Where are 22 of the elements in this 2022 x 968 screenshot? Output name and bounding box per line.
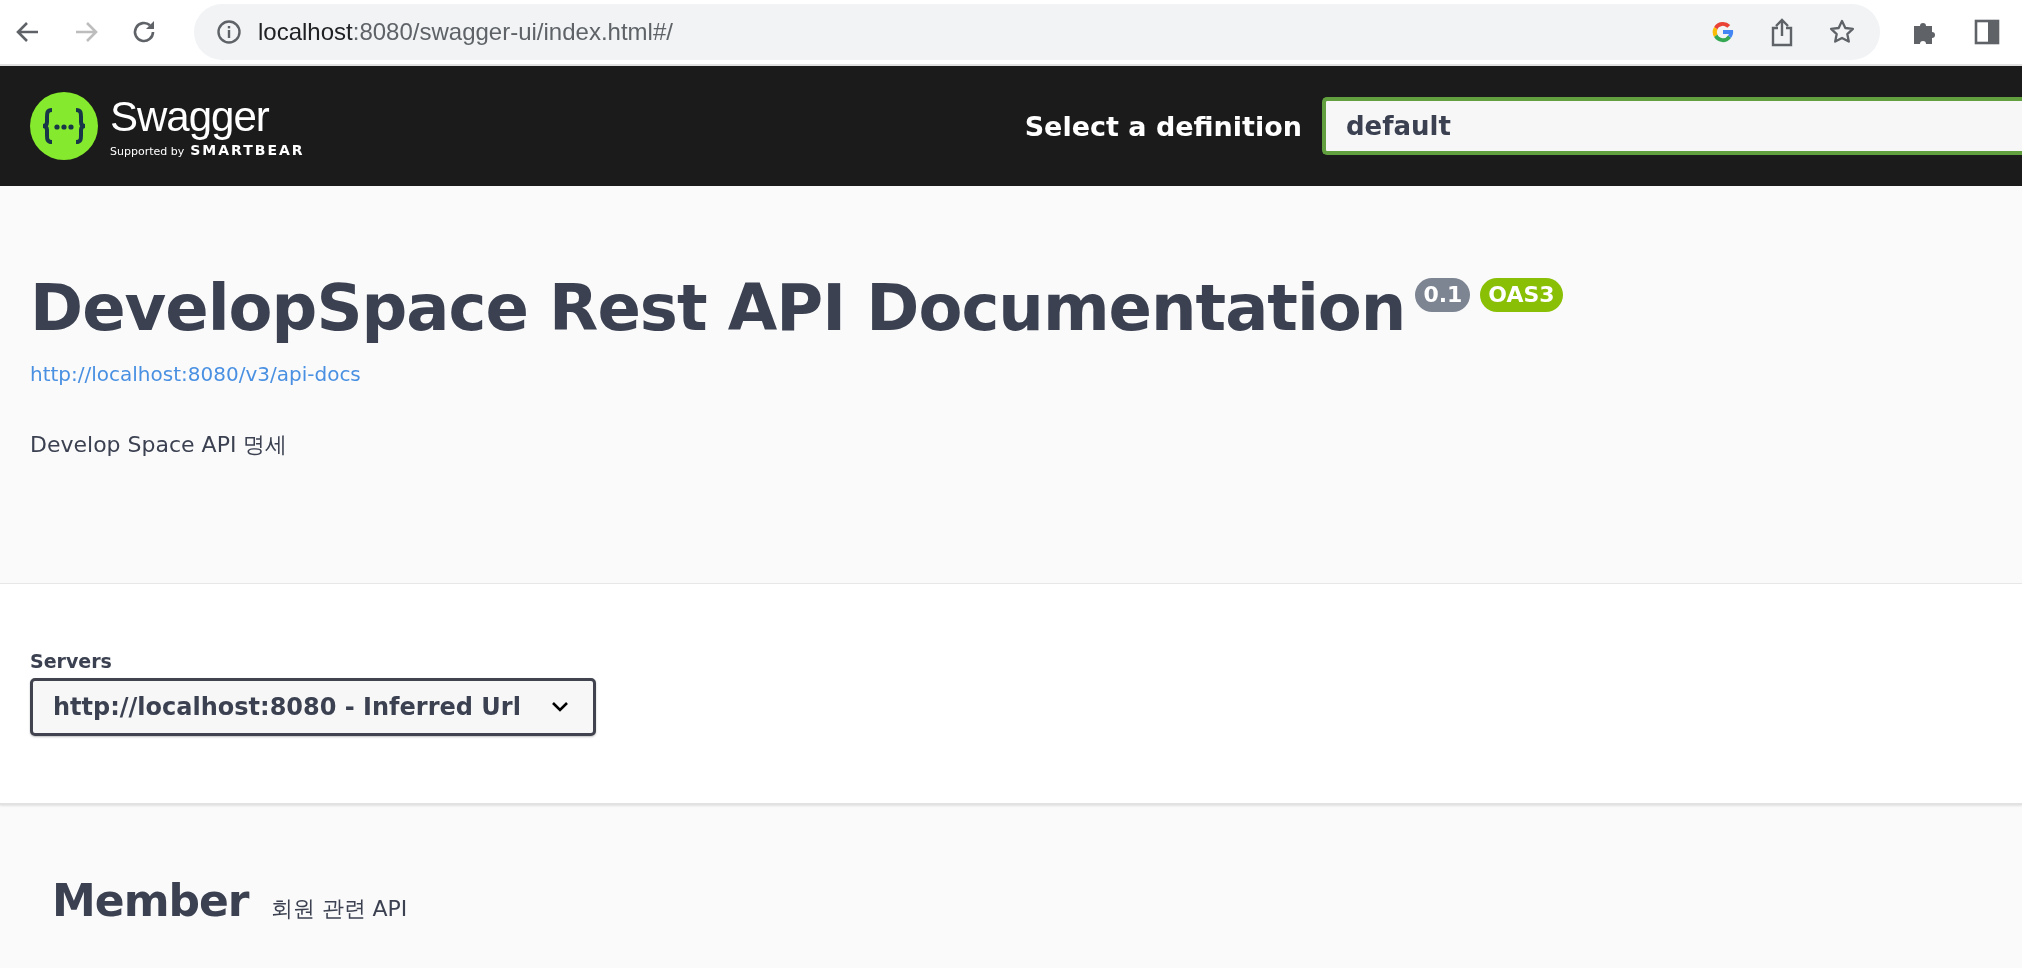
address-bar[interactable]: localhost:8080/swagger-ui/index.html#/ bbox=[194, 4, 1880, 60]
version-badge: 0.1 bbox=[1415, 278, 1471, 312]
definition-label: Select a definition bbox=[1024, 110, 1302, 142]
spec-badge: OAS3 bbox=[1480, 278, 1563, 312]
info-icon[interactable] bbox=[216, 19, 242, 45]
google-icon[interactable] bbox=[1710, 19, 1736, 45]
server-select[interactable]: http://localhost:8080 - Inferred Url bbox=[30, 678, 596, 736]
url-text: localhost:8080/swagger-ui/index.html#/ bbox=[258, 18, 674, 46]
side-panel-icon[interactable] bbox=[1974, 19, 2000, 45]
tag-description: 회원 관련 API bbox=[270, 895, 408, 923]
chevron-down-icon bbox=[550, 701, 569, 713]
api-description: Develop Space API 명세 bbox=[30, 431, 289, 459]
tag-name[interactable]: Member bbox=[52, 875, 249, 926]
logo-text: Swagger bbox=[110, 94, 270, 140]
servers-label: Servers bbox=[30, 650, 113, 672]
star-icon[interactable] bbox=[1828, 18, 1856, 46]
logo-icon bbox=[30, 92, 98, 160]
share-icon[interactable] bbox=[1770, 17, 1794, 47]
api-title: DevelopSpace Rest API Documentation bbox=[30, 270, 1406, 347]
definition-select[interactable]: default bbox=[1322, 97, 2022, 155]
tagline-text: Supported by bbox=[110, 145, 185, 158]
brand-text: SMARTBEAR bbox=[190, 142, 305, 158]
